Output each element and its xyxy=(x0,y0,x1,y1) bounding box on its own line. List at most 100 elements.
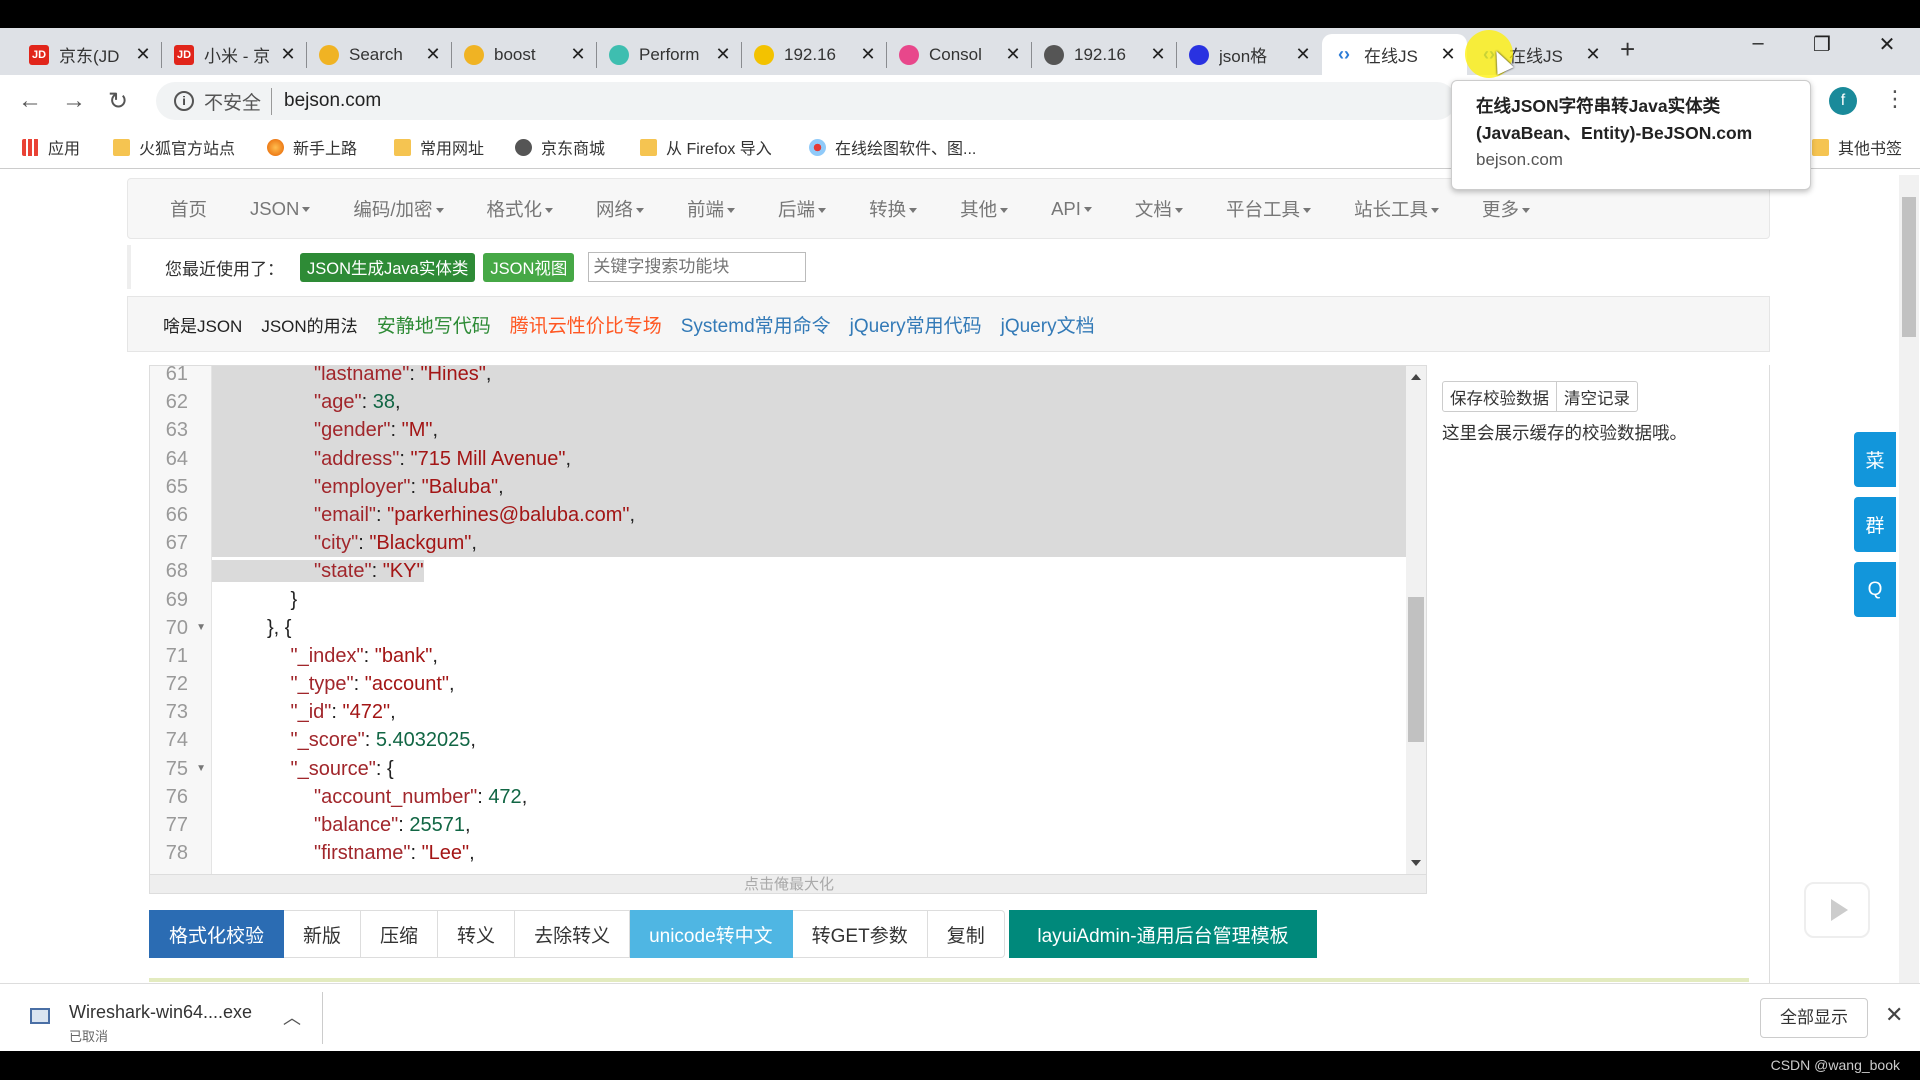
scroll-down-icon[interactable] xyxy=(1411,860,1421,866)
editor-scroll-thumb[interactable] xyxy=(1408,597,1424,742)
nav-item[interactable]: 转换 xyxy=(869,196,918,222)
nav-item[interactable]: 前端 xyxy=(687,196,736,222)
page-scroll-thumb[interactable] xyxy=(1902,197,1916,337)
code-line[interactable]: 74 "_score": 5.4032025, xyxy=(150,726,1406,754)
page-scrollbar[interactable] xyxy=(1899,175,1919,983)
tab-0[interactable]: JD 京东(JD ✕ xyxy=(17,34,162,75)
action-button[interactable]: 转GET参数 xyxy=(792,910,928,958)
tab-7[interactable]: 192.16 ✕ xyxy=(1032,34,1177,75)
code-line[interactable]: 75 ▼ "_source": { xyxy=(150,755,1406,783)
tab-3[interactable]: boost ✕ xyxy=(452,34,597,75)
show-all-button[interactable]: 全部显示 xyxy=(1760,998,1868,1038)
tab-close-icon[interactable]: ✕ xyxy=(1004,44,1022,65)
bookmark-item[interactable]: 火狐官方站点 xyxy=(113,135,235,159)
nav-item[interactable]: 其他 xyxy=(960,196,1009,222)
tab-close-icon[interactable]: ✕ xyxy=(859,44,877,65)
action-button[interactable]: 新版 xyxy=(284,910,362,958)
code-line[interactable]: 66 "email": "parkerhines@baluba.com", xyxy=(150,500,1406,530)
code-line[interactable]: 65 "employer": "Baluba", xyxy=(150,472,1406,501)
quick-link[interactable]: Systemd常用命令 xyxy=(681,311,831,338)
code-line[interactable]: 78 "firstname": "Lee", xyxy=(150,839,1406,867)
tab-1[interactable]: JD 小米 - 京 ✕ xyxy=(162,34,307,75)
side-menu-button[interactable]: 菜 xyxy=(1854,432,1896,487)
code-line[interactable]: 73 "_id": "472", xyxy=(150,698,1406,726)
nav-item[interactable]: 文档 xyxy=(1135,196,1183,222)
code-line[interactable]: 71 "_index": "bank", xyxy=(150,642,1406,670)
code-line[interactable]: 72 "_type": "account", xyxy=(150,670,1406,698)
code-line[interactable]: 61 "lastname": "Hines", xyxy=(150,366,1406,389)
quick-link[interactable]: JSON的用法 xyxy=(261,312,357,337)
fold-arrow-icon[interactable]: ▼ xyxy=(196,614,206,642)
bookmark-item[interactable]: 在线绘图软件、图... xyxy=(809,135,976,159)
tab-close-icon[interactable]: ✕ xyxy=(424,44,442,65)
tab-4[interactable]: Perform ✕ xyxy=(597,34,742,75)
bookmark-other[interactable]: 其他书签 xyxy=(1812,135,1902,159)
action-button[interactable]: 压缩 xyxy=(361,910,439,958)
tab-close-icon[interactable]: ✕ xyxy=(1294,44,1312,65)
code-line[interactable]: 68 "state": "KY" xyxy=(150,557,1406,585)
json-editor[interactable]: 61 "lastname": "Hines", 62 "age": 38, 63 "gen… xyxy=(149,365,1427,894)
side-qq-button[interactable]: Q xyxy=(1854,562,1896,617)
code-line[interactable]: 70 ▼}, { xyxy=(150,614,1406,642)
nav-item[interactable]: API xyxy=(1051,198,1092,220)
bookmark-item[interactable]: 常用网址 xyxy=(394,135,484,159)
tab-close-icon[interactable]: ✕ xyxy=(1584,44,1602,65)
feature-search-input[interactable] xyxy=(588,252,807,282)
nav-item[interactable]: 格式化 xyxy=(487,196,554,222)
chevron-up-icon[interactable]: ︿ xyxy=(283,1004,301,1030)
recent-tool-button[interactable]: JSON生成Java实体类 xyxy=(300,252,476,282)
code-line[interactable]: 62 "age": 38, xyxy=(150,388,1406,417)
nav-item[interactable]: JSON xyxy=(250,198,311,220)
bookmark-item[interactable]: 新手上路 xyxy=(267,135,357,159)
layui-admin-button[interactable]: layuiAdmin-通用后台管理模板 xyxy=(1009,910,1317,958)
nav-item[interactable]: 站长工具 xyxy=(1354,196,1439,222)
nav-item[interactable]: 首页 xyxy=(170,196,207,222)
restore-button[interactable]: ❐ xyxy=(1802,32,1842,57)
tab-6[interactable]: Consol ✕ xyxy=(887,34,1032,75)
tab-8[interactable]: json格 ✕ xyxy=(1177,34,1322,75)
nav-item[interactable]: 更多 xyxy=(1482,196,1530,222)
action-button[interactable]: 转义 xyxy=(438,910,516,958)
tab-5[interactable]: 192.16 ✕ xyxy=(742,34,887,75)
recent-tool-button[interactable]: JSON视图 xyxy=(483,252,575,282)
tab-close-icon[interactable]: ✕ xyxy=(1149,44,1167,65)
bookmark-item[interactable]: 应用 xyxy=(22,135,80,159)
side-group-button[interactable]: 群 xyxy=(1854,497,1896,552)
profile-avatar[interactable]: f xyxy=(1829,87,1857,115)
clear-records-button[interactable]: 清空记录 xyxy=(1557,381,1638,412)
quick-link[interactable]: 安静地写代码 xyxy=(377,311,491,338)
quick-link[interactable]: jQuery文档 xyxy=(1001,311,1095,338)
bookmark-item[interactable]: 京东商城 xyxy=(515,135,605,159)
nav-item[interactable]: 后端 xyxy=(778,196,827,222)
minimize-button[interactable]: – xyxy=(1738,32,1778,55)
fold-arrow-icon[interactable]: ▼ xyxy=(196,755,206,783)
quick-link[interactable]: jQuery常用代码 xyxy=(850,311,982,338)
download-filename[interactable]: Wireshark-win64....exe xyxy=(69,1002,252,1023)
url-text[interactable]: bejson.com xyxy=(284,90,381,112)
tab-close-icon[interactable]: ✕ xyxy=(714,44,732,65)
tab-close-icon[interactable]: ✕ xyxy=(569,44,587,65)
new-tab-button[interactable]: + xyxy=(1620,34,1635,65)
tab-close-icon[interactable]: ✕ xyxy=(279,44,297,65)
close-download-bar-icon[interactable]: ✕ xyxy=(1885,1002,1903,1028)
menu-icon[interactable]: ⋮ xyxy=(1884,86,1906,112)
close-window-button[interactable]: ✕ xyxy=(1867,32,1907,57)
tab-2[interactable]: Search ✕ xyxy=(307,34,452,75)
save-check-data-button[interactable]: 保存校验数据 xyxy=(1442,381,1557,412)
action-button[interactable]: 格式化校验 xyxy=(149,910,285,958)
reload-icon[interactable]: ↻ xyxy=(108,87,128,116)
action-button[interactable]: unicode转中文 xyxy=(630,910,793,958)
maximize-bar[interactable]: 点击俺最大化 xyxy=(150,874,1426,893)
code-line[interactable]: 77 "balance": 25571, xyxy=(150,811,1406,839)
nav-item[interactable]: 网络 xyxy=(596,196,645,222)
tab-9[interactable]: ‹› 在线JS ✕ xyxy=(1322,34,1467,75)
quick-link[interactable]: 腾讯云性价比专场 xyxy=(510,311,662,338)
code-line[interactable]: 63 "gender": "M", xyxy=(150,416,1406,445)
tab-close-icon[interactable]: ✕ xyxy=(134,44,152,65)
code-line[interactable]: 76 "account_number": 472, xyxy=(150,783,1406,811)
quick-link[interactable]: 啥是JSON xyxy=(163,312,242,337)
info-icon[interactable]: i xyxy=(174,91,194,111)
nav-item[interactable]: 编码/加密 xyxy=(353,196,444,222)
code-line[interactable]: 69} xyxy=(150,586,1406,614)
code-lines[interactable]: 61 "lastname": "Hines", 62 "age": 38, 63 "gen… xyxy=(150,366,1406,867)
